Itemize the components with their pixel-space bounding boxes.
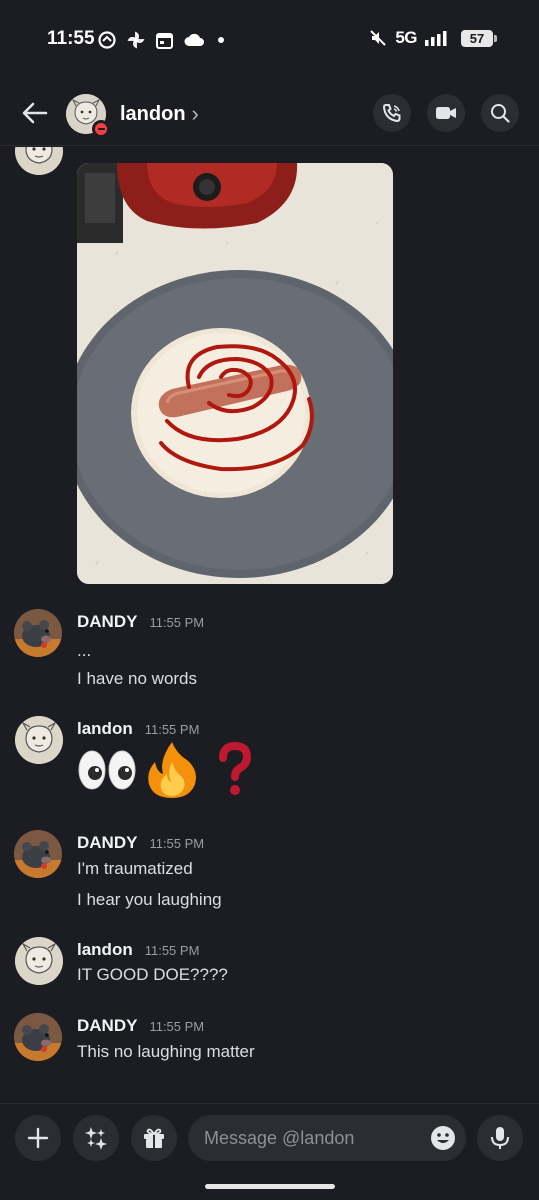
dot-icon <box>218 37 224 43</box>
dnd-status-icon <box>92 120 110 138</box>
phone-icon <box>382 104 401 123</box>
message-text[interactable]: ... <box>77 641 91 661</box>
sparkles-icon <box>85 1127 107 1150</box>
signal-icon <box>425 31 447 46</box>
avatar[interactable] <box>15 937 63 985</box>
video-call-button[interactable] <box>427 94 465 132</box>
header-actions <box>373 94 519 132</box>
avatar[interactable] <box>14 1013 62 1061</box>
header-title[interactable]: landon › <box>120 101 199 127</box>
composer-bar <box>0 1103 539 1200</box>
search-button[interactable] <box>481 94 519 132</box>
plus-icon <box>27 1127 49 1149</box>
avatar[interactable] <box>15 147 63 175</box>
emoji-message[interactable] <box>77 740 257 800</box>
voice-message-button[interactable] <box>477 1115 523 1161</box>
message-timestamp: 11:55 PM <box>149 1019 205 1034</box>
calendar-icon <box>156 32 173 49</box>
microphone-icon <box>491 1127 509 1149</box>
status-bar: 11:55 5G 57 <box>0 0 539 80</box>
food-photo <box>77 163 393 584</box>
message-text[interactable]: This no laughing matter <box>77 1042 255 1062</box>
message-author[interactable]: DANDY 11:55 PM <box>77 833 204 853</box>
message-author[interactable]: landon 11:55 PM <box>77 719 199 739</box>
chat-header: landon › <box>0 80 539 146</box>
message-author[interactable]: landon 11:55 PM <box>77 940 199 960</box>
cloud-icon <box>184 33 204 46</box>
sketch-avatar-icon <box>15 147 63 175</box>
network-label: 5G <box>395 28 417 47</box>
message-timestamp: 11:55 PM <box>149 615 205 630</box>
home-indicator[interactable] <box>205 1184 335 1189</box>
arrow-left-icon <box>22 102 48 124</box>
message-timestamp: 11:55 PM <box>149 836 205 851</box>
rat-avatar-icon <box>14 609 62 657</box>
message-timestamp: 11:55 PM <box>144 943 200 958</box>
message-text[interactable]: IT GOOD DOE???? <box>77 965 228 985</box>
voice-call-button[interactable] <box>373 94 411 132</box>
message-timestamp: 11:55 PM <box>144 722 200 737</box>
video-camera-icon <box>436 107 456 119</box>
avatar[interactable] <box>15 716 63 764</box>
notification-icons <box>97 30 228 50</box>
sketch-avatar-icon <box>15 716 63 764</box>
gift-button[interactable] <box>131 1115 177 1161</box>
author-name: DANDY <box>77 612 138 631</box>
avatar[interactable] <box>14 830 62 878</box>
apps-button[interactable] <box>73 1115 119 1161</box>
mute-icon <box>370 30 387 46</box>
message-author[interactable]: DANDY 11:55 PM <box>77 1016 204 1036</box>
message-text[interactable]: I hear you laughing <box>77 890 222 910</box>
data-saver-icon <box>98 31 116 49</box>
avatar[interactable] <box>14 609 62 657</box>
fire-emoji <box>148 742 196 798</box>
emoji-picker-icon[interactable] <box>430 1125 456 1151</box>
rat-avatar-icon <box>14 830 62 878</box>
rat-avatar-icon <box>14 1013 62 1061</box>
status-right: 5G 57 <box>369 28 497 48</box>
author-name: landon <box>77 719 133 738</box>
message-text[interactable]: I'm traumatized <box>77 859 193 879</box>
message-input[interactable] <box>204 1127 414 1149</box>
author-name: landon <box>77 940 133 959</box>
back-button[interactable] <box>18 96 52 130</box>
add-attachment-button[interactable] <box>15 1115 61 1161</box>
gift-icon <box>144 1128 164 1148</box>
chevron-right-icon: › <box>191 101 199 126</box>
author-name: DANDY <box>77 1016 138 1035</box>
pinwheel-icon <box>127 31 145 49</box>
author-name: DANDY <box>77 833 138 852</box>
message-input-wrapper[interactable] <box>188 1115 466 1161</box>
message-list[interactable]: DANDY 11:55 PM ... I have no words landon… <box>0 147 539 1102</box>
status-time: 11:55 <box>47 28 95 49</box>
sketch-avatar-icon <box>15 937 63 985</box>
search-icon <box>491 104 510 123</box>
eyes-emoji <box>78 750 136 790</box>
message-text[interactable]: I have no words <box>77 669 197 689</box>
battery-icon: 57 <box>461 29 497 47</box>
image-attachment[interactable] <box>77 163 393 584</box>
message-author[interactable]: DANDY 11:55 PM <box>77 612 204 632</box>
header-avatar[interactable] <box>66 94 110 138</box>
header-username: landon <box>120 102 186 125</box>
question-mark-emoji <box>219 742 252 795</box>
